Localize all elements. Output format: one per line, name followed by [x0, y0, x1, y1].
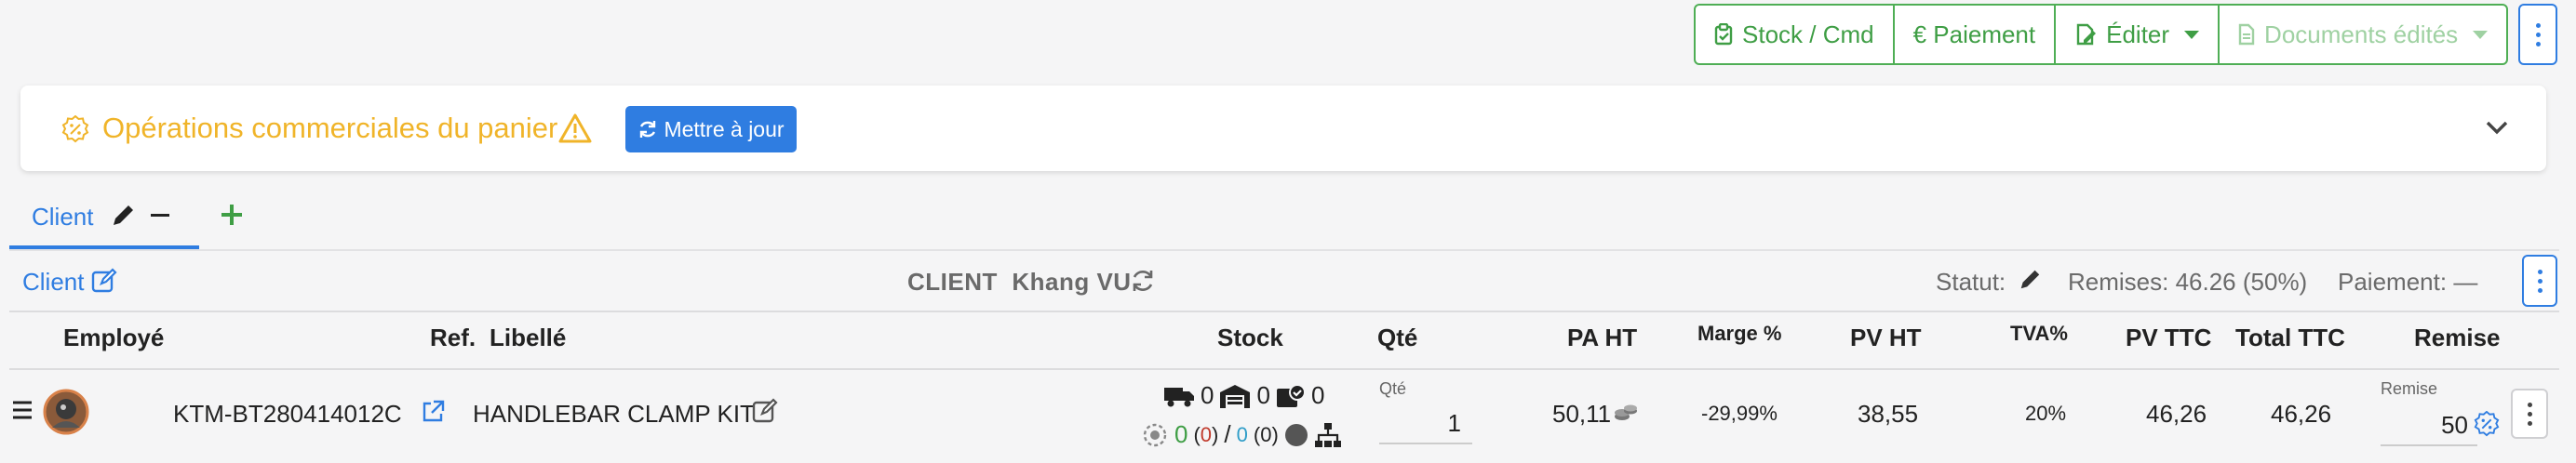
avatar[interactable]	[43, 389, 89, 435]
stock-box-count: 0	[1310, 381, 1325, 409]
close-paren-b: )	[1271, 422, 1279, 446]
edit-document-icon	[2074, 23, 2097, 46]
discount-badge-icon	[61, 115, 89, 143]
row-pv-ttc: 46,26	[2146, 400, 2207, 428]
editer-label: Éditer	[2106, 20, 2170, 48]
header-divider	[9, 311, 2559, 312]
paiement-status: Paiement: —	[2338, 268, 2477, 297]
row-tva: 20%	[2025, 402, 2067, 425]
remise-input[interactable]: 50	[2381, 402, 2477, 446]
col-marge: Marge %	[1697, 322, 1782, 345]
update-label: Mettre à jour	[664, 116, 785, 141]
remise-field-label: Remise	[2381, 379, 2438, 398]
remises-summary: Remises: 46.26 (50%)	[2068, 268, 2308, 296]
warning-icon	[558, 113, 592, 143]
client-tag: CLIENT	[907, 268, 998, 296]
kebab-icon	[2527, 402, 2532, 426]
add-tab-icon[interactable]	[220, 203, 244, 227]
tabs-divider	[9, 249, 2559, 251]
chevron-down-icon[interactable]	[2485, 119, 2509, 136]
refresh-client-icon[interactable]	[1130, 268, 1156, 294]
more-options-button[interactable]	[2518, 4, 2557, 65]
col-total-ttc: Total TTC	[2235, 324, 2345, 351]
stock-counters: 0 0 0	[1163, 381, 1324, 410]
client-options-button[interactable]	[2522, 255, 2557, 307]
stock-truck-count: 0	[1201, 381, 1214, 409]
stock-green-count: 0	[1174, 420, 1188, 448]
document-icon	[2238, 23, 2255, 46]
stock-cmd-label: Stock / Cmd	[1742, 20, 1874, 48]
external-link-icon[interactable]	[421, 400, 445, 424]
clipboard-check-icon	[1714, 23, 1733, 46]
client-name: CLIENT Khang VU	[907, 268, 1132, 297]
col-pv-ttc: PV TTC	[2126, 324, 2212, 351]
document-toolbar: Stock / Cmd € Paiement Éditer Documents …	[1694, 4, 2509, 65]
warehouse-icon	[1219, 383, 1251, 409]
edit-client-icon[interactable]	[91, 268, 117, 294]
close-paren-a: )	[1212, 422, 1219, 446]
statut-label: Statut:	[1936, 268, 2006, 296]
discount-badge-icon[interactable]	[2474, 411, 2500, 437]
row-total-ttc: 46,26	[2271, 400, 2332, 428]
refresh-stock-icon	[1141, 421, 1169, 449]
open-paren-b: (	[1253, 422, 1261, 446]
table-header-divider	[9, 368, 2559, 370]
row-pa-ht: 50,11	[1552, 400, 1612, 428]
row-marge: -29,99%	[1701, 402, 1778, 425]
stock-cmd-button[interactable]: Stock / Cmd	[1696, 6, 1895, 63]
documents-edites-dropdown[interactable]: Documents édités	[2220, 6, 2506, 63]
qte-field-label: Qté	[1379, 379, 1407, 398]
open-paren-a: (	[1193, 422, 1201, 446]
kebab-icon	[2535, 22, 2541, 46]
row-pv-ht: 38,55	[1858, 400, 1919, 428]
qte-value: 1	[1447, 409, 1461, 437]
chevron-down-icon	[2184, 30, 2200, 39]
promo-title: Opérations commerciales du panier	[102, 112, 558, 144]
tab-client[interactable]: Client	[32, 203, 93, 232]
stock-blue-paren-count: 0	[1260, 422, 1272, 446]
col-qte: Qté	[1377, 324, 1418, 351]
col-tva: TVA%	[2010, 322, 2068, 345]
documents-edites-label: Documents édités	[2264, 20, 2459, 48]
stock-availability: 0 (0) / 0 (0)	[1141, 420, 1342, 449]
paiement-label: € Paiement	[1912, 20, 2036, 48]
stock-slash: /	[1224, 420, 1231, 448]
row-ref: KTM-BT280414012C	[173, 400, 402, 428]
truck-icon	[1163, 384, 1195, 408]
remise-value: 50	[2441, 411, 2468, 439]
coins-icon[interactable]	[1614, 403, 1638, 424]
stock-red-count: 0	[1200, 422, 1213, 446]
col-pv-ht: PV HT	[1850, 324, 1922, 351]
sitemap-icon[interactable]	[1314, 422, 1342, 448]
paiement-value: —	[2453, 268, 2478, 296]
pencil-icon[interactable]	[2018, 268, 2042, 292]
stock-warehouse-count: 0	[1256, 381, 1270, 409]
refresh-icon	[637, 119, 658, 139]
stock-blue-count: 0	[1236, 422, 1248, 446]
client-link[interactable]: Client	[22, 268, 84, 297]
editer-dropdown[interactable]: Éditer	[2056, 6, 2220, 63]
col-pa-ht: PA HT	[1567, 324, 1638, 351]
col-remise: Remise	[2414, 324, 2501, 351]
kebab-icon	[2537, 269, 2542, 293]
update-button[interactable]: Mettre à jour	[625, 106, 797, 152]
col-ref: Ref.	[430, 324, 476, 351]
row-options-button[interactable]	[2511, 389, 2548, 439]
commercial-operations-panel: Opérations commerciales du panier Mettre…	[20, 86, 2546, 171]
pencil-icon[interactable]	[110, 203, 136, 229]
qte-input[interactable]: 1	[1379, 402, 1472, 444]
status-dot-icon	[1284, 423, 1308, 447]
remove-tab-icon[interactable]	[151, 214, 169, 217]
drag-handle-icon[interactable]	[11, 400, 34, 420]
edit-libelle-icon[interactable]	[752, 398, 780, 424]
box-check-icon	[1276, 383, 1306, 409]
col-stock: Stock	[1217, 324, 1283, 351]
col-libelle: Libellé	[490, 324, 567, 351]
col-employe: Employé	[63, 324, 165, 351]
row-libelle: HANDLEBAR CLAMP KIT	[473, 400, 755, 428]
chevron-down-icon	[2473, 30, 2489, 39]
paiement-label: Paiement:	[2338, 268, 2448, 296]
client-fullname: Khang VU	[1012, 268, 1132, 296]
paiement-button[interactable]: € Paiement	[1895, 6, 2057, 63]
